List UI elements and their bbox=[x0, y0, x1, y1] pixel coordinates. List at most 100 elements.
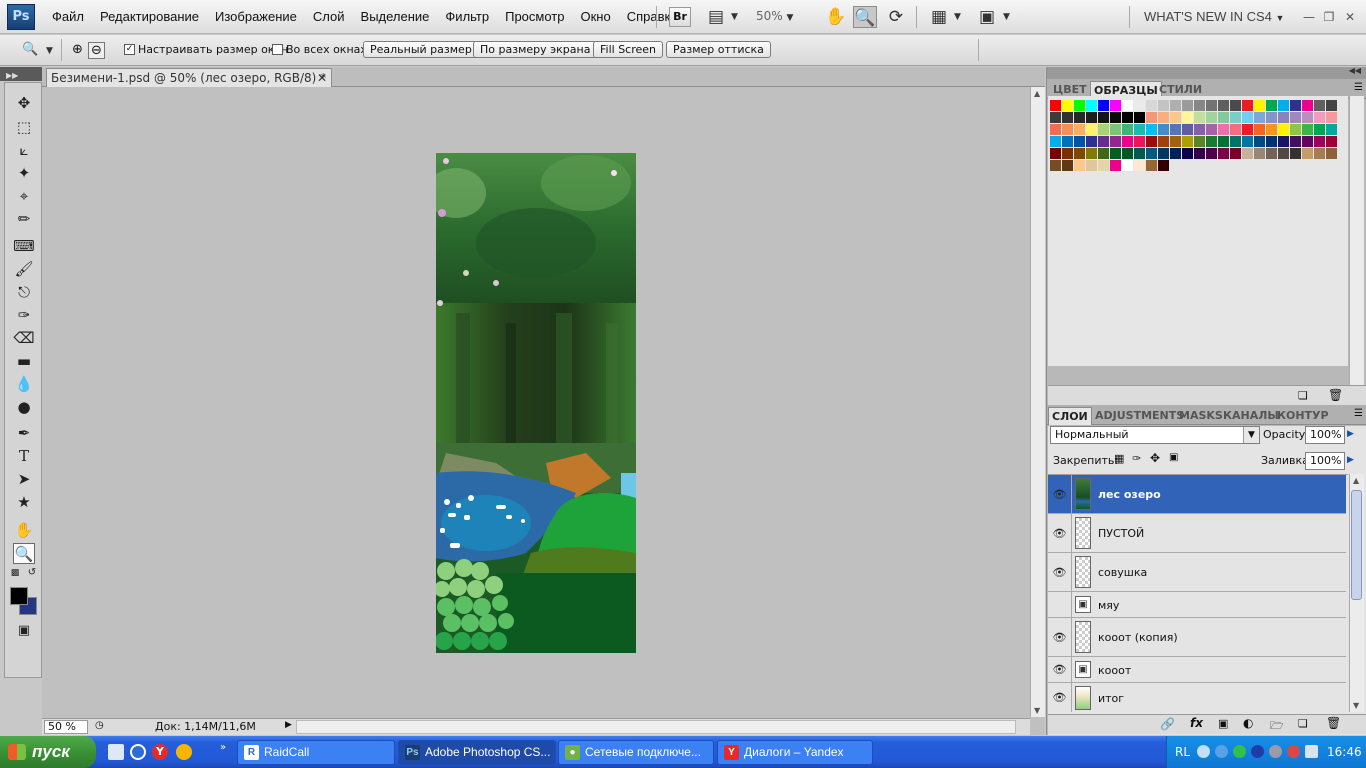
menu-select[interactable]: Выделение bbox=[353, 0, 438, 34]
color-swatch[interactable] bbox=[1230, 124, 1241, 135]
color-swatch[interactable] bbox=[1170, 112, 1181, 123]
color-swatch[interactable] bbox=[1086, 136, 1097, 147]
color-swatch[interactable] bbox=[1206, 124, 1217, 135]
all-windows-checkbox[interactable]: Во всех окнах bbox=[272, 43, 367, 56]
link-layers-icon[interactable]: 🔗 bbox=[1160, 717, 1175, 731]
zoom-in-icon[interactable]: ⊕ bbox=[69, 42, 86, 59]
screen-mode-icon[interactable]: ▣ bbox=[975, 6, 999, 28]
color-swatch[interactable] bbox=[1074, 112, 1085, 123]
color-swatch[interactable] bbox=[1266, 124, 1277, 135]
color-swatch[interactable] bbox=[1314, 124, 1325, 135]
color-swatch[interactable] bbox=[1266, 100, 1277, 111]
color-swatch[interactable] bbox=[1194, 124, 1205, 135]
menu-layer[interactable]: Слой bbox=[305, 0, 353, 34]
color-swatch[interactable] bbox=[1254, 124, 1265, 135]
trash-icon[interactable]: 🗑 bbox=[1328, 388, 1343, 402]
color-swatch[interactable] bbox=[1086, 148, 1097, 159]
tab-channels[interactable]: КАНАЛЫ bbox=[1220, 407, 1282, 425]
color-swatch[interactable] bbox=[1074, 100, 1085, 111]
bridge-button[interactable]: Br bbox=[669, 7, 691, 27]
color-swatch[interactable] bbox=[1050, 112, 1061, 123]
color-swatch[interactable] bbox=[1158, 124, 1169, 135]
taskbar-item-network[interactable]: ● Сетевые подключе... bbox=[558, 740, 714, 765]
color-swatch[interactable] bbox=[1110, 124, 1121, 135]
color-swatch[interactable] bbox=[1086, 160, 1097, 171]
photoshop-logo[interactable]: Ps bbox=[7, 4, 35, 30]
scroll-down-icon[interactable]: ▼ bbox=[1353, 701, 1359, 710]
color-swatch[interactable] bbox=[1290, 112, 1301, 123]
gradient-tool-icon[interactable]: ▬ bbox=[13, 351, 35, 372]
color-swatch[interactable] bbox=[1158, 160, 1169, 171]
color-swatch[interactable] bbox=[1110, 112, 1121, 123]
color-swatch[interactable] bbox=[1110, 148, 1121, 159]
start-button[interactable]: пуск bbox=[0, 736, 96, 768]
status-info-icon[interactable]: ◷ bbox=[95, 720, 104, 731]
layers-scrollbar[interactable]: ▲ ▼ bbox=[1349, 474, 1364, 712]
color-swatch[interactable] bbox=[1050, 136, 1061, 147]
color-swatch[interactable] bbox=[1050, 160, 1061, 171]
color-swatch[interactable] bbox=[1182, 148, 1193, 159]
swap-colors-icon[interactable]: ↺ bbox=[25, 567, 39, 579]
color-swatch[interactable] bbox=[1086, 112, 1097, 123]
fill-field[interactable]: 100% bbox=[1305, 452, 1345, 470]
taskbar-item-yandex[interactable]: Y Диалоги – Yandex bbox=[717, 740, 873, 765]
color-swatch[interactable] bbox=[1242, 148, 1253, 159]
color-swatch[interactable] bbox=[1278, 100, 1289, 111]
color-swatch[interactable] bbox=[1326, 124, 1337, 135]
add-mask-icon[interactable]: ▣ bbox=[1218, 717, 1228, 730]
lock-all-icon[interactable]: ▣ bbox=[1169, 452, 1178, 463]
color-swatch[interactable] bbox=[1110, 100, 1121, 111]
panel-menu-icon[interactable]: ☰ bbox=[1354, 82, 1363, 93]
shape-tool-icon[interactable]: ★ bbox=[13, 492, 35, 513]
color-swatch[interactable] bbox=[1170, 100, 1181, 111]
arrange-documents-icon[interactable]: ▦ bbox=[927, 6, 951, 28]
color-swatch[interactable] bbox=[1086, 100, 1097, 111]
lock-pixels-icon[interactable]: ✑ bbox=[1132, 452, 1141, 465]
color-swatch[interactable] bbox=[1134, 148, 1145, 159]
layer-row[interactable]: 👁 итог bbox=[1048, 683, 1346, 712]
eye-icon[interactable]: 👁 bbox=[1048, 514, 1072, 552]
image-canvas[interactable] bbox=[436, 153, 636, 653]
monitor-icon[interactable] bbox=[1305, 745, 1318, 758]
quick-launch-icon[interactable] bbox=[130, 744, 146, 760]
color-swatch[interactable] bbox=[1062, 160, 1073, 171]
panel-dock-header[interactable]: ◀◀ bbox=[1047, 66, 1366, 79]
blur-tool-icon[interactable]: 💧 bbox=[13, 374, 35, 395]
color-swatch[interactable] bbox=[1314, 136, 1325, 147]
color-swatch[interactable] bbox=[1218, 148, 1229, 159]
layer-row[interactable]: 👁 кооот (копия) bbox=[1048, 618, 1346, 657]
color-swatch[interactable] bbox=[1278, 136, 1289, 147]
color-swatch[interactable] bbox=[1278, 148, 1289, 159]
color-swatch[interactable] bbox=[1266, 136, 1277, 147]
lock-transparency-icon[interactable]: ▦ bbox=[1114, 452, 1124, 465]
layer-row[interactable]: 👁 ПУСТОЙ bbox=[1048, 514, 1346, 553]
color-swatch[interactable] bbox=[1074, 160, 1085, 171]
color-swatch[interactable] bbox=[1062, 124, 1073, 135]
color-swatch[interactable] bbox=[1230, 112, 1241, 123]
checkbox-unchecked[interactable] bbox=[272, 44, 283, 55]
tray-app-icon[interactable] bbox=[1269, 745, 1282, 758]
yandex-browser-icon[interactable]: Y bbox=[152, 744, 168, 760]
color-swatch[interactable] bbox=[1218, 124, 1229, 135]
clock[interactable]: 16:46 bbox=[1327, 745, 1362, 759]
eyedropper-tool-icon[interactable]: ✏ bbox=[13, 209, 35, 230]
scroll-up-icon[interactable]: ▲ bbox=[1353, 476, 1359, 485]
color-swatch[interactable] bbox=[1218, 136, 1229, 147]
color-swatch[interactable] bbox=[1266, 112, 1277, 123]
eye-icon[interactable]: 👁 bbox=[1048, 683, 1072, 712]
color-swatch[interactable] bbox=[1098, 160, 1109, 171]
color-swatch[interactable] bbox=[1062, 148, 1073, 159]
chevron-down-icon[interactable]: ▼ bbox=[1243, 427, 1259, 443]
layer-row[interactable]: 👁 ▣ кооот bbox=[1048, 657, 1346, 683]
layer-row[interactable]: 👁 совушка bbox=[1048, 553, 1346, 592]
color-swatch[interactable] bbox=[1098, 148, 1109, 159]
color-swatch[interactable] bbox=[1122, 100, 1133, 111]
fill-screen-button[interactable]: Fill Screen bbox=[593, 41, 664, 58]
color-swatch[interactable] bbox=[1242, 136, 1253, 147]
color-swatch[interactable] bbox=[1146, 136, 1157, 147]
scroll-down-icon[interactable]: ▼ bbox=[1034, 706, 1040, 715]
color-swatch[interactable] bbox=[1242, 124, 1253, 135]
color-swatch[interactable] bbox=[1098, 124, 1109, 135]
color-swatch[interactable] bbox=[1230, 148, 1241, 159]
resize-windows-checkbox[interactable]: ✓ Настраивать размер окон bbox=[124, 43, 288, 56]
